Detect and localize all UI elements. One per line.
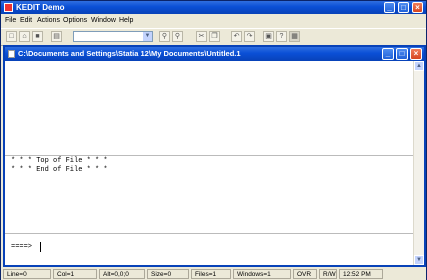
document-titlebar[interactable]: C:\Documents and Settings\Statia 12\My D… — [5, 47, 424, 61]
editor-area[interactable]: * * * Top of File * * * * * * End of Fil… — [5, 61, 414, 265]
find-icon[interactable]: ⚲ — [159, 31, 170, 42]
help-icon[interactable]: ? — [276, 31, 287, 42]
vertical-scrollbar[interactable]: ▲ ▼ — [413, 61, 424, 265]
app-titlebar[interactable]: KEDIT Demo _ □ × — [1, 1, 426, 14]
find-next-icon[interactable]: ⚲ — [172, 31, 183, 42]
menu-file[interactable]: File — [5, 17, 16, 25]
menu-window[interactable]: Window — [91, 17, 116, 25]
scroll-up-icon[interactable]: ▲ — [414, 61, 424, 71]
menubar: File Edit Actions Options Window Help — [1, 15, 426, 27]
app-window: KEDIT Demo _ □ × File Edit Actions Optio… — [0, 0, 427, 280]
app-title: KEDIT Demo — [16, 3, 65, 12]
document-title: C:\Documents and Settings\Statia 12\My D… — [18, 49, 241, 58]
toolbar: □ ⌂ ■ ▤ ▼ ⚲ ⚲ ✂ ❐ ↶ ↷ ▣ ? ▦ — [1, 28, 426, 46]
document-icon — [8, 50, 15, 58]
command-line-divider — [5, 233, 414, 234]
status-windows: Windows=1 — [233, 269, 291, 279]
menu-help[interactable]: Help — [119, 17, 133, 25]
doc-maximize-icon[interactable]: □ — [396, 48, 408, 60]
open-icon[interactable]: ⌂ — [19, 31, 30, 42]
status-alt: Alt=0,0;0 — [99, 269, 145, 279]
status-line: Line=0 — [3, 269, 51, 279]
status-bar: Line=0 Col=1 Alt=0,0;0 Size=0 Files=1 Wi… — [1, 268, 426, 280]
menu-options[interactable]: Options — [63, 17, 87, 25]
top-of-file-line: * * * Top of File * * * — [11, 157, 108, 165]
status-time: 12:52 PM — [339, 269, 383, 279]
paste-icon[interactable]: ▣ — [263, 31, 274, 42]
command-prompt: ====> — [11, 243, 33, 251]
kedit-app-icon — [4, 3, 13, 12]
document-window: C:\Documents and Settings\Statia 12\My D… — [3, 45, 426, 267]
redo-icon[interactable]: ↷ — [244, 31, 255, 42]
command-input-caret[interactable] — [40, 242, 41, 252]
end-of-file-line: * * * End of File * * * — [11, 166, 108, 174]
chevron-down-icon[interactable]: ▼ — [143, 32, 152, 41]
status-mode: OVR — [293, 269, 317, 279]
maximize-icon[interactable]: □ — [398, 2, 409, 13]
minimize-icon[interactable]: _ — [384, 2, 395, 13]
command-combo[interactable]: ▼ — [73, 31, 153, 42]
scroll-down-icon[interactable]: ▼ — [414, 255, 424, 265]
new-icon[interactable]: □ — [6, 31, 17, 42]
cut-icon[interactable]: ✂ — [196, 31, 207, 42]
status-size: Size=0 — [147, 269, 189, 279]
undo-icon[interactable]: ↶ — [231, 31, 242, 42]
status-rw: R/W — [319, 269, 337, 279]
status-files: Files=1 — [191, 269, 231, 279]
menu-actions[interactable]: Actions — [37, 17, 60, 25]
options-icon[interactable]: ▦ — [289, 31, 300, 42]
status-col: Col=1 — [53, 269, 97, 279]
print-icon[interactable]: ▤ — [51, 31, 62, 42]
doc-close-icon[interactable]: × — [410, 48, 422, 60]
copy-icon[interactable]: ❐ — [209, 31, 220, 42]
close-icon[interactable]: × — [412, 2, 423, 13]
current-line-marker — [5, 155, 414, 156]
menu-edit[interactable]: Edit — [20, 17, 32, 25]
doc-minimize-icon[interactable]: _ — [382, 48, 394, 60]
save-icon[interactable]: ■ — [32, 31, 43, 42]
